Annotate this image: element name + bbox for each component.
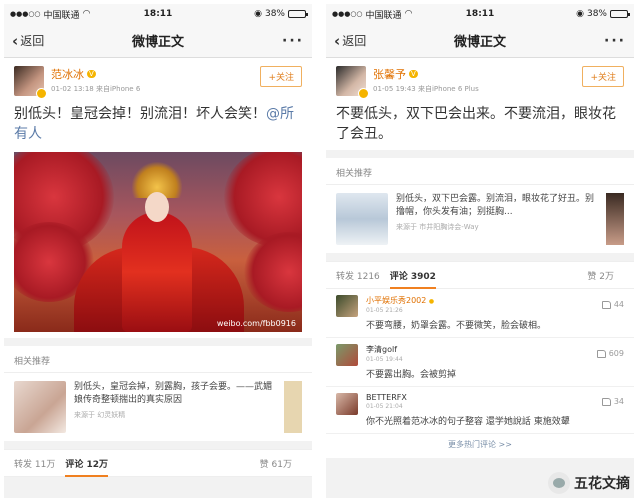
post-meta: 01-05 19:43 来自iPhone 6 Plus (373, 85, 479, 93)
related-text: 别低头，双下巴会露。别流泪，眼妆花了好丑。别撸帽，你头发有油；别挺胸... (396, 194, 595, 217)
comment-item: 李清golf 01-05 19:44 609 不要露出胸。会被剪掉 (326, 338, 634, 387)
status-bar: ●●●○○ 中国联通 ◠ 18:11 ◉ 38% (4, 4, 312, 24)
comment-text: 不要弯腰，奶罩会露。不要微笑，脸会破相。 (366, 321, 547, 331)
author-avatar[interactable] (336, 66, 369, 99)
related-source: 来源于 市井阳胸诗会-Way (396, 223, 479, 231)
battery-icon (288, 10, 308, 18)
tab-comments[interactable]: 评论 3902 (389, 261, 437, 289)
post-image[interactable]: weibo.com/fbb0916 (14, 152, 302, 332)
screenshot-composite: ●●●○○ 中国联通 ◠ 18:11 ◉ 38% ‹ 返回 微博正文 ··· 范… (0, 0, 640, 502)
author-name[interactable]: 范冰冰 (51, 66, 84, 82)
nav-bar: ‹ 返回 微博正文 ··· (4, 24, 312, 58)
thumbs-up-icon (601, 300, 611, 309)
signal-icon: ●●●○○ (332, 10, 363, 18)
rotation-lock-icon: ◉ (576, 9, 584, 19)
commenter-avatar[interactable] (336, 393, 358, 415)
related-label: 相关推荐 (326, 158, 634, 185)
right-phone-screen: ●●●○○ 中国联通 ◠ 18:11 ◉ 38% ‹ 返回 微博正文 ··· 张… (326, 4, 634, 498)
more-menu-button[interactable]: ··· (282, 33, 304, 49)
post-tabs: 转发 1216 评论 3902 赞 2万 (326, 261, 634, 289)
vip-icon: V (87, 70, 96, 78)
like-count: 34 (613, 397, 624, 406)
tab-likes[interactable]: 赞 61万 (260, 449, 292, 477)
related-item[interactable]: 别低头，皇冠会掉，别露胸，孩子会要。——武媚娘传奇整顿揣出的真实原因 来源于 幻… (4, 373, 312, 441)
follow-button[interactable]: +关注 (582, 66, 624, 87)
commenter-avatar[interactable] (336, 295, 358, 317)
page-title: 微博正文 (453, 35, 506, 50)
rotation-lock-icon: ◉ (254, 9, 262, 19)
related-label: 相关推荐 (4, 346, 312, 373)
wifi-icon: ◠ (404, 9, 413, 19)
tab-repost[interactable]: 转发 11万 (14, 449, 55, 477)
tab-likes[interactable]: 赞 2万 (587, 261, 614, 289)
follow-button[interactable]: +关注 (260, 66, 302, 87)
related-thumbnail (14, 381, 66, 433)
battery-percent: 38% (586, 9, 607, 19)
related-side-image (284, 381, 302, 433)
like-count: 44 (613, 300, 624, 309)
post-tabs: 转发 11万 评论 12万 赞 61万 (4, 449, 312, 477)
like-button[interactable]: 34 (601, 397, 624, 406)
post-meta: 01-02 13:18 来自iPhone 6 (51, 85, 141, 93)
brand-name: 五花文摘 (574, 476, 630, 492)
commenter-name[interactable]: BETTERFX (366, 393, 407, 402)
post-text: 不要低头，双下巴会出来。不要流泪，眼妆花了会丑。 (336, 106, 616, 142)
related-side-image (606, 193, 624, 245)
back-button[interactable]: ‹ 返回 (12, 32, 44, 50)
nav-bar: ‹ 返回 微博正文 ··· (326, 24, 634, 58)
carrier-label: 中国联通 (365, 10, 402, 21)
related-source: 来源于 幻灵妖精 (74, 411, 126, 419)
tab-comments[interactable]: 评论 12万 (65, 449, 108, 477)
thumbs-up-icon (601, 397, 611, 406)
author-name[interactable]: 张馨予 (373, 66, 406, 82)
left-phone-screen: ●●●○○ 中国联通 ◠ 18:11 ◉ 38% ‹ 返回 微博正文 ··· 范… (4, 4, 312, 498)
status-bar: ●●●○○ 中国联通 ◠ 18:11 ◉ 38% (326, 4, 634, 24)
verified-badge-icon (358, 88, 369, 99)
battery-icon (610, 10, 630, 18)
post-body: 别低头！皇冠会掉！别流泪！坏人会笑！ (14, 106, 266, 122)
comment-item: 小平娱乐秀2002 ● 01-05 21:26 44 不要弯腰，奶罩会露。不要微… (326, 289, 634, 338)
comment-text: 不要露出胸。会被剪掉 (366, 370, 457, 380)
image-watermark: weibo.com/fbb0916 (216, 319, 296, 328)
battery-percent: 38% (264, 9, 285, 19)
author-avatar[interactable] (14, 66, 47, 99)
like-button[interactable]: 44 (601, 300, 624, 309)
related-thumbnail (336, 193, 388, 245)
comment-time: 01-05 21:26 (366, 307, 403, 314)
page-title: 微博正文 (131, 35, 184, 50)
wifi-icon: ◠ (82, 9, 91, 19)
chevron-left-icon: ‹ (334, 31, 341, 50)
comment-text: 你不光照着范冰冰的句子整容 還学她說話 東施效顰 (366, 417, 570, 427)
post-text: 别低头！皇冠会掉！别流泪！坏人会笑！@所有人 (14, 104, 302, 144)
wechat-logo-icon (548, 472, 570, 494)
brand-watermark: 五花文摘 (548, 472, 630, 494)
back-label: 返回 (342, 34, 367, 48)
weibo-post: 张馨予 V 01-05 19:43 来自iPhone 6 Plus +关注 不要低… (326, 58, 634, 150)
vip-icon: ● (428, 298, 435, 305)
thumbs-up-icon (596, 349, 606, 358)
carrier-label: 中国联通 (43, 10, 80, 21)
related-text: 别低头，皇冠会掉，别露胸，孩子会要。——武媚娘传奇整顿揣出的真实原因 (74, 382, 273, 405)
comment-item: BETTERFX 01-05 21:04 34 你不光照着范冰冰的句子整容 還学… (326, 387, 634, 434)
commenter-name[interactable]: 李清golf (366, 344, 403, 355)
verified-badge-icon (36, 88, 47, 99)
like-count: 609 (608, 349, 624, 358)
comment-time: 01-05 19:44 (366, 356, 403, 363)
comment-time: 01-05 21:04 (366, 403, 403, 410)
like-button[interactable]: 609 (596, 349, 624, 358)
vip-icon: V (409, 70, 418, 78)
commenter-avatar[interactable] (336, 344, 358, 366)
commenter-name[interactable]: 小平娱乐秀2002 (366, 296, 426, 305)
more-comments-link[interactable]: 更多热门评论 >> (326, 434, 634, 458)
signal-icon: ●●●○○ (10, 10, 41, 18)
related-item[interactable]: 别低头，双下巴会露。别流泪，眼妆花了好丑。别撸帽，你头发有油；别挺胸... 来源… (326, 185, 634, 253)
back-button[interactable]: ‹ 返回 (334, 32, 366, 50)
more-menu-button[interactable]: ··· (604, 33, 626, 49)
back-label: 返回 (20, 34, 45, 48)
tab-repost[interactable]: 转发 1216 (336, 261, 380, 289)
chevron-left-icon: ‹ (12, 31, 19, 50)
weibo-post: 范冰冰 V 01-02 13:18 来自iPhone 6 +关注 别低头！皇冠会掉… (4, 58, 312, 338)
